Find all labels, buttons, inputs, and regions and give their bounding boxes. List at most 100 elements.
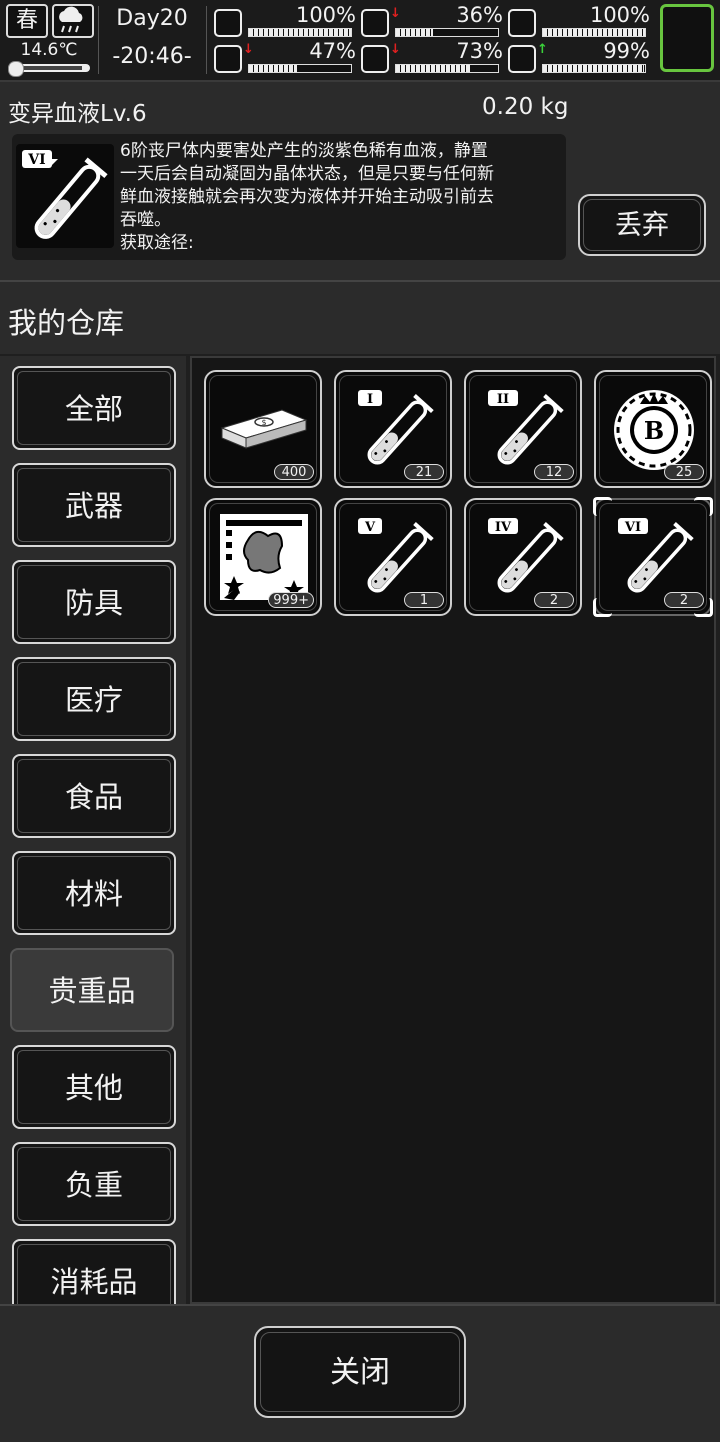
close-button[interactable]: 关闭 xyxy=(254,1326,466,1418)
discard-label: 丢弃 xyxy=(583,199,701,251)
discard-button[interactable]: 丢弃 xyxy=(578,194,706,256)
category-tab-0[interactable]: 全部 xyxy=(12,366,176,450)
stat-percent: 47% xyxy=(309,39,356,63)
day-counter: Day20 xyxy=(116,6,188,31)
svg-text:V: V xyxy=(364,520,376,535)
category-tab-1[interactable]: 武器 xyxy=(12,463,176,547)
inventory-slot[interactable]: VI 2 xyxy=(593,497,713,617)
inventory-grid: $400 I 21 II 12 B 25 999+ V 1 IV 2 VI 2 xyxy=(190,356,716,1304)
item-description-box: VI 6阶丧尸体内要害处产生的淡紫色稀有血液，静置 一天后会自动凝固为晶体状态，… xyxy=(12,134,566,260)
item-quantity-badge: 1 xyxy=(404,592,444,608)
item-quantity-badge: 21 xyxy=(404,464,444,480)
health-kit-icon xyxy=(214,9,242,37)
selection-corner xyxy=(694,497,713,516)
footer: 关闭 xyxy=(0,1304,720,1442)
selection-corner xyxy=(593,598,612,617)
svg-text:I: I xyxy=(367,392,373,407)
category-tab-8[interactable]: 负重 xyxy=(12,1142,176,1226)
stat-meter: 100% xyxy=(508,3,650,40)
stat-meter: ↓ 47% xyxy=(214,39,356,76)
inventory-slot[interactable]: 999+ xyxy=(204,498,322,616)
temperature-value: 14.6℃ xyxy=(20,40,78,60)
stat-bar xyxy=(542,28,646,37)
category-tab-9[interactable]: 消耗品 xyxy=(12,1239,176,1304)
stat-percent: 36% xyxy=(456,3,503,27)
item-weight: 0.20 kg xyxy=(482,94,569,120)
inventory-slot[interactable]: V 1 xyxy=(334,498,452,616)
temperature-gauge xyxy=(8,61,90,77)
stat-percent: 99% xyxy=(603,39,650,63)
game-clock: -20:46- xyxy=(112,44,192,69)
selection-corner xyxy=(593,497,612,516)
warehouse-title: 我的仓库 xyxy=(8,306,125,340)
svg-text:VI: VI xyxy=(27,152,45,168)
inventory-slot[interactable]: B 25 xyxy=(594,370,712,488)
category-label: 其他 xyxy=(17,1050,171,1124)
arrow-down-icon: ↓ xyxy=(390,42,401,57)
category-label: 消耗品 xyxy=(17,1244,171,1304)
selection-corner xyxy=(694,598,713,617)
stat-meter: ↓ 36% xyxy=(361,3,503,40)
item-name: 变异血液Lv.6 xyxy=(8,101,147,127)
stat-percent: 100% xyxy=(589,3,650,27)
svg-text:IV: IV xyxy=(495,520,512,535)
close-label: 关闭 xyxy=(260,1332,460,1412)
svg-text:B: B xyxy=(644,416,664,445)
boot-icon xyxy=(214,45,242,73)
category-sidebar[interactable]: 全部武器防具医疗食品材料贵重品其他负重消耗品 xyxy=(0,356,186,1304)
arrow-up-icon: ↑ xyxy=(537,42,548,57)
category-label: 医疗 xyxy=(17,662,171,736)
category-label: 防具 xyxy=(17,565,171,639)
thermometer-icon xyxy=(8,61,24,77)
stat-bar xyxy=(395,64,499,73)
inventory-slot[interactable]: II 12 xyxy=(464,370,582,488)
arrow-down-icon: ↓ xyxy=(243,42,254,57)
stat-percent: 73% xyxy=(456,39,503,63)
item-quantity-badge: 400 xyxy=(274,464,314,480)
stomach-icon xyxy=(361,9,389,37)
category-tab-2[interactable]: 防具 xyxy=(12,560,176,644)
item-quantity-badge: 999+ xyxy=(268,592,314,608)
category-label: 负重 xyxy=(17,1147,171,1221)
inventory-slot[interactable]: I 21 xyxy=(334,370,452,488)
category-label: 食品 xyxy=(17,759,171,833)
status-bar: 春 14.6℃ Day20 -20:46- 100% ↓ 36% 100% ↓ 47% ↓ 7… xyxy=(0,0,720,82)
stat-percent: 100% xyxy=(295,3,356,27)
stat-meter: ↓ 73% xyxy=(361,39,503,76)
stat-bar xyxy=(248,28,352,37)
season-indicator: 春 xyxy=(6,4,48,38)
svg-text:II: II xyxy=(497,392,509,407)
stat-bar xyxy=(395,28,499,37)
quick-slot[interactable] xyxy=(660,4,714,72)
item-quantity-badge: 2 xyxy=(534,592,574,608)
inventory-slot[interactable]: $400 xyxy=(204,370,322,488)
category-label: 武器 xyxy=(17,468,171,542)
category-tab-3[interactable]: 医疗 xyxy=(12,657,176,741)
category-tab-4[interactable]: 食品 xyxy=(12,754,176,838)
warehouse-header: 我的仓库 xyxy=(0,282,720,354)
svg-text:$: $ xyxy=(261,418,266,427)
blood-vial-icon: VI xyxy=(16,144,114,248)
arrow-down-icon: ↓ xyxy=(390,6,401,21)
item-quantity-badge: 25 xyxy=(664,464,704,480)
item-description: 6阶丧尸体内要害处产生的淡紫色稀有血液，静置 一天后会自动凝固为晶体状态，但是只… xyxy=(120,141,494,253)
stat-meter: ↑ 99% xyxy=(508,39,650,76)
stat-bar xyxy=(248,64,352,73)
item-quantity-badge: 12 xyxy=(534,464,574,480)
category-tab-7[interactable]: 其他 xyxy=(12,1045,176,1129)
inventory-slot[interactable]: IV 2 xyxy=(464,498,582,616)
heart-icon xyxy=(508,45,536,73)
category-label: 材料 xyxy=(17,856,171,930)
water-drop-icon xyxy=(361,45,389,73)
divider xyxy=(98,6,99,74)
category-label: 全部 xyxy=(17,371,171,445)
rain-cloud-icon xyxy=(52,4,94,38)
category-tab-6[interactable]: 贵重品 xyxy=(10,948,174,1032)
svg-text:VI: VI xyxy=(624,520,641,535)
stat-bar xyxy=(542,64,646,73)
divider xyxy=(206,6,207,74)
category-label: 贵重品 xyxy=(15,953,169,1027)
pill-icon xyxy=(508,9,536,37)
stat-meter: 100% xyxy=(214,3,356,40)
category-tab-5[interactable]: 材料 xyxy=(12,851,176,935)
